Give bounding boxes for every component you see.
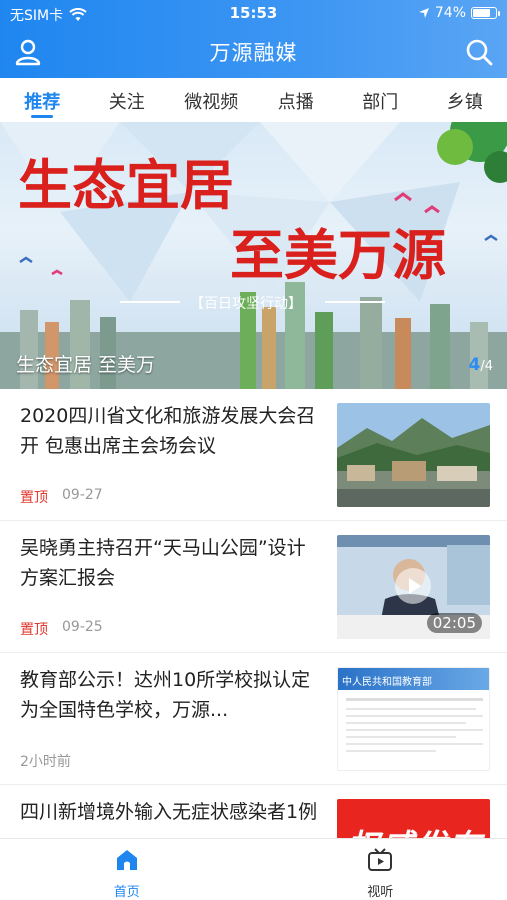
search-icon[interactable]: [463, 36, 495, 68]
news-date: 2小时前: [20, 754, 71, 770]
document-header-text: 中人民共和国教育部: [338, 668, 489, 690]
battery-icon: [471, 7, 500, 19]
home-icon: [116, 850, 137, 870]
nav-media-label: 视听: [367, 885, 394, 900]
app-header: 万源融媒: [0, 28, 507, 78]
play-icon[interactable]: [395, 568, 431, 604]
top-bar: 无SIM卡 15:53 74% 万源融媒: [0, 0, 507, 78]
banner-headline-1: 生态宜居: [18, 153, 234, 217]
news-title: 四川新增境外输入无症状感染者1例: [20, 801, 318, 823]
tab-departments[interactable]: 部门: [338, 78, 423, 122]
news-item[interactable]: 吴晓勇主持召开“天马山公园”设计方案汇报会 置顶 09-25 02:05: [0, 521, 507, 653]
location-arrow-icon: [418, 8, 429, 18]
banner-caption: 生态宜居 至美万: [16, 354, 156, 376]
banner-subtext: 【百日攻坚行动】: [190, 296, 302, 312]
pinned-badge: 置顶: [20, 490, 48, 506]
tab-micro-video[interactable]: 微视频: [169, 78, 254, 122]
status-bar: 无SIM卡 15:53 74%: [0, 0, 507, 28]
nav-media[interactable]: 视听: [254, 839, 507, 900]
tv-icon: [368, 848, 393, 871]
nav-home-label: 首页: [113, 885, 140, 900]
app-title: 万源融媒: [209, 41, 298, 65]
tab-townships[interactable]: 乡镇: [423, 78, 507, 122]
news-title: 教育部公示！达州10所学校拟认定为全国特色学校，万源...: [20, 669, 311, 721]
news-list: 2020四川省文化和旅游发展大会召开 包惠出席主会场会议 置顶 09-27 吴晓勇…: [0, 389, 507, 900]
bottom-nav: 首页 视听: [0, 838, 507, 900]
battery-percent: 74%: [434, 5, 466, 21]
tab-on-demand[interactable]: 点播: [254, 78, 339, 122]
news-item[interactable]: 2020四川省文化和旅游发展大会召开 包惠出席主会场会议 置顶 09-27: [0, 389, 507, 521]
pinned-badge: 置顶: [20, 622, 48, 638]
banner-headline-2: 至美万源: [230, 223, 446, 287]
news-thumbnail: [337, 403, 490, 507]
news-item[interactable]: 教育部公示！达州10所学校拟认定为全国特色学校，万源... 2小时前 中人民共和…: [0, 653, 507, 785]
banner-page-counter: 4/4: [468, 355, 494, 375]
news-title: 2020四川省文化和旅游发展大会召开 包惠出席主会场会议: [20, 405, 316, 457]
tab-follow[interactable]: 关注: [85, 78, 170, 122]
category-tabs: 推荐 关注 微视频 点播 部门 乡镇: [0, 78, 507, 122]
nav-home[interactable]: 首页: [0, 839, 254, 900]
news-thumbnail: 中人民共和国教育部: [337, 667, 490, 771]
video-duration: 02:05: [426, 613, 482, 633]
banner-image: 生态宜居 至美万源 【百日攻坚行动】: [0, 122, 507, 389]
news-video-thumbnail: 02:05: [337, 535, 490, 639]
news-title: 吴晓勇主持召开“天马山公园”设计方案汇报会: [20, 537, 306, 589]
news-date: 09-25: [62, 619, 103, 635]
tab-recommend[interactable]: 推荐: [0, 78, 85, 122]
news-date: 09-27: [62, 487, 103, 503]
banner-carousel[interactable]: 生态宜居 至美万源 【百日攻坚行动】 生态宜居 至美万 4/4: [0, 122, 507, 389]
